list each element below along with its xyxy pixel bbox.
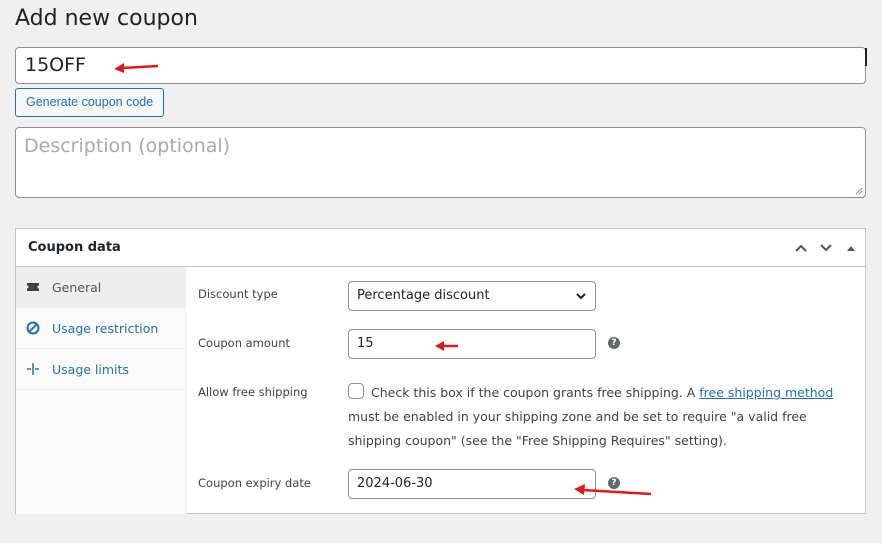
coupon-expiry-label: Coupon expiry date xyxy=(198,476,311,490)
discount-type-value: Percentage discount xyxy=(357,288,490,303)
help-icon[interactable]: ? xyxy=(608,337,620,349)
panel-header: Coupon data xyxy=(16,229,865,267)
text-caret xyxy=(865,48,867,66)
tab-usage-limits[interactable]: Usage limits xyxy=(16,349,185,390)
help-icon[interactable]: ? xyxy=(608,477,620,489)
tab-usage-restriction[interactable]: Usage restriction xyxy=(16,308,185,349)
coupon-expiry-value: 2024-06-30 xyxy=(357,476,433,491)
chevron-up-icon xyxy=(795,244,807,252)
chevron-down-icon xyxy=(820,244,832,252)
free-shipping-description: Check this box if the coupon grants free… xyxy=(348,381,853,453)
page-title: Add new coupon xyxy=(15,6,198,31)
free-shipping-text-after: must be enabled in your shipping zone an… xyxy=(348,409,807,448)
triangle-up-icon xyxy=(847,246,855,251)
panel-title: Coupon data xyxy=(28,240,121,255)
discount-type-select[interactable]: Percentage discount xyxy=(348,281,596,311)
description-textarea[interactable]: Description (optional) xyxy=(15,127,866,198)
chevron-down-icon xyxy=(576,293,586,300)
coupon-expiry-input[interactable]: 2024-06-30 xyxy=(348,469,596,499)
move-down-button[interactable] xyxy=(816,238,836,258)
coupon-code-input[interactable]: 15OFF xyxy=(15,47,867,84)
tab-general[interactable]: General xyxy=(16,267,185,308)
coupon-amount-input[interactable]: 15 xyxy=(348,329,596,359)
tab-general-label: General xyxy=(52,279,102,295)
move-up-button[interactable] xyxy=(791,238,811,258)
coupon-amount-value: 15 xyxy=(357,336,374,351)
generate-coupon-code-button[interactable]: Generate coupon code xyxy=(15,88,165,117)
free-shipping-text-before: Check this box if the coupon grants free… xyxy=(371,385,700,400)
general-tab-content: Discount type Percentage discount Coupon… xyxy=(186,267,865,513)
resize-grip-icon[interactable] xyxy=(855,187,863,195)
limits-icon xyxy=(26,362,40,376)
discount-type-label: Discount type xyxy=(198,287,278,301)
free-shipping-label: Allow free shipping xyxy=(198,385,308,399)
tab-usage-limits-label: Usage limits xyxy=(52,361,129,377)
ticket-icon xyxy=(26,280,40,294)
coupon-amount-label: Coupon amount xyxy=(198,336,291,350)
ban-icon xyxy=(26,321,40,335)
free-shipping-method-link[interactable]: free shipping method xyxy=(699,385,833,400)
description-placeholder: Description (optional) xyxy=(24,135,231,157)
coupon-data-tabs: General Usage restriction Usage limits xyxy=(16,267,186,514)
collapse-toggle-button[interactable] xyxy=(841,238,861,258)
coupon-code-value: 15OFF xyxy=(25,54,86,76)
tab-usage-restriction-label: Usage restriction xyxy=(52,320,159,336)
coupon-data-panel: Coupon data General Usage restriction Us… xyxy=(15,228,866,514)
